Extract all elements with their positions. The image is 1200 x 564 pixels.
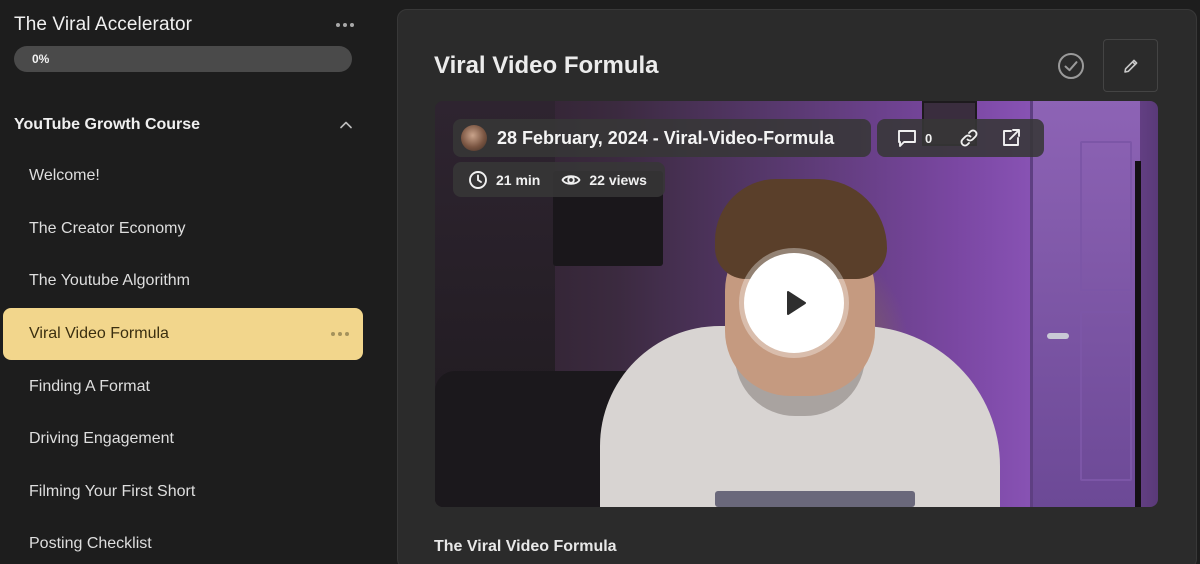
lesson-title: Viral Video Formula <box>434 52 659 79</box>
edit-button[interactable] <box>1103 39 1158 92</box>
video-title: 28 February, 2024 - Viral-Video-Formula <box>497 127 835 148</box>
chevron-up-icon[interactable] <box>338 117 354 133</box>
lesson-item[interactable]: Viral Video Formula <box>3 307 363 361</box>
lesson-item[interactable]: The Creator Economy <box>3 203 363 256</box>
lesson-item[interactable]: Filming Your First Short <box>3 466 363 519</box>
course-progress-bar: 0% <box>14 46 352 72</box>
clock-icon <box>469 170 487 189</box>
external-link-icon <box>1003 129 1021 146</box>
video-player[interactable]: 28 February, 2024 - Viral-Video-Formula … <box>435 101 1158 507</box>
duration-stat: 21 min <box>468 170 540 190</box>
course-title: The Viral Accelerator <box>14 14 193 35</box>
lesson-panel: Viral Video Formula 28 February, 2024 - … <box>397 9 1197 564</box>
video-stats-bar: 21 min 22 views <box>453 162 665 197</box>
video-scene-print <box>715 491 915 507</box>
video-scene-lamp <box>1135 161 1141 507</box>
check-circle-icon[interactable] <box>1057 52 1085 80</box>
pencil-icon <box>1123 59 1137 73</box>
lesson-label: Filming Your First Short <box>29 482 196 500</box>
description-title: The Viral Video Formula <box>434 538 617 555</box>
message-square-icon <box>898 130 916 147</box>
video-action-bar: 0 <box>877 119 1044 157</box>
open-external-button[interactable] <box>1000 127 1022 149</box>
comment-count: 0 <box>925 130 933 146</box>
lesson-item[interactable]: Welcome! <box>3 150 363 203</box>
views-stat: 22 views <box>561 170 647 190</box>
comments-button[interactable]: 0 <box>896 127 932 149</box>
play-button[interactable] <box>744 253 844 353</box>
video-scene-door-handle <box>1047 333 1069 339</box>
lesson-item[interactable]: Posting Checklist <box>3 518 363 564</box>
lesson-label: Driving Engagement <box>29 430 174 448</box>
progress-label: 0% <box>32 52 50 66</box>
avatar <box>461 125 487 151</box>
eye-icon <box>561 174 581 185</box>
lesson-label: Finding A Format <box>29 377 150 395</box>
lesson-item[interactable]: Finding A Format <box>3 360 363 413</box>
lesson-label: Posting Checklist <box>29 535 152 553</box>
app-root: The Viral Accelerator 0% YouTube Growth … <box>0 0 1200 564</box>
lesson-label: The Youtube Algorithm <box>29 272 191 290</box>
lesson-list: Welcome! The Creator Economy The Youtube A… <box>3 150 363 564</box>
lesson-label: Welcome! <box>29 167 100 185</box>
more-horizontal-icon[interactable] <box>327 328 353 340</box>
views-label: 22 views <box>589 171 647 188</box>
lesson-item[interactable]: The Youtube Algorithm <box>3 255 363 308</box>
copy-link-button[interactable] <box>958 127 980 149</box>
lesson-label: Viral Video Formula <box>29 325 169 343</box>
more-horizontal-icon[interactable] <box>332 19 358 31</box>
section-title: YouTube Growth Course <box>14 116 201 133</box>
section-header[interactable]: YouTube Growth Course <box>14 112 354 138</box>
play-icon <box>787 291 806 315</box>
course-sidebar: The Viral Accelerator 0% YouTube Growth … <box>0 0 372 564</box>
video-scene-door-panel <box>1080 311 1132 481</box>
course-header: The Viral Accelerator <box>14 12 358 38</box>
lesson-item[interactable]: Driving Engagement <box>3 413 363 466</box>
video-scene-door-panel <box>1080 141 1132 291</box>
duration-label: 21 min <box>496 171 541 188</box>
video-meta-bar: 28 February, 2024 - Viral-Video-Formula <box>453 119 871 157</box>
link-icon <box>960 129 978 147</box>
lesson-label: The Creator Economy <box>29 219 186 237</box>
